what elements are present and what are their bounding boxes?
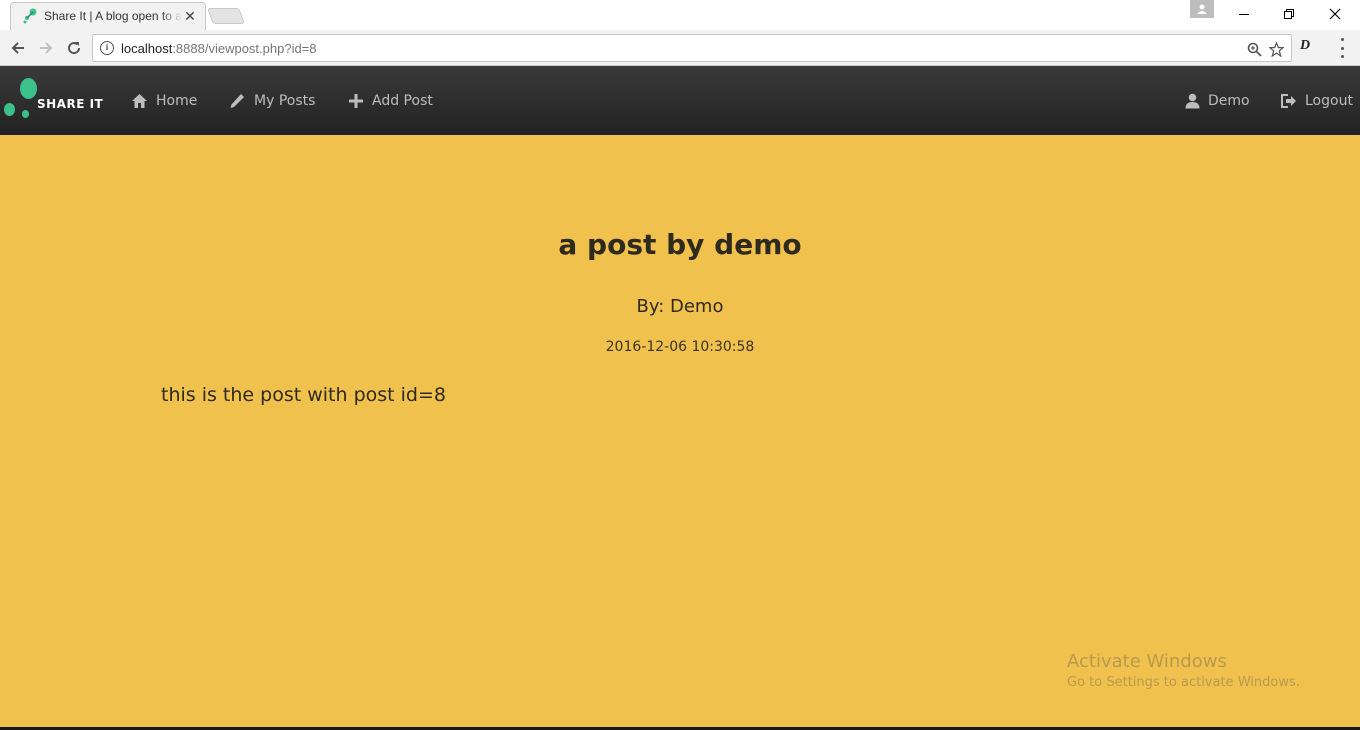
address-bar[interactable]: i localhost:8888/viewpost.php?id=8	[92, 34, 1292, 62]
share-it-favicon-icon	[23, 8, 37, 24]
user-icon	[1185, 93, 1200, 109]
minimize-icon	[1239, 14, 1249, 15]
forward-button[interactable]	[34, 36, 58, 60]
pencil-icon	[230, 94, 244, 108]
browser-menu-icon[interactable]	[1334, 38, 1350, 58]
nav-add-post[interactable]: Add Post	[348, 88, 433, 114]
tab-title: Share It | A blog open to all	[44, 9, 182, 23]
url-host: localhost	[121, 41, 173, 56]
nav-my-posts-label: My Posts	[254, 93, 316, 109]
watermark-title: Activate Windows	[1067, 651, 1227, 672]
restore-icon	[1284, 9, 1294, 19]
site-info-icon[interactable]: i	[100, 41, 114, 55]
nav-logout-label: Logout	[1305, 93, 1353, 109]
logout-icon	[1281, 94, 1296, 108]
site-navbar: SHARE IT Home My Posts Add Post Demo Log…	[0, 66, 1360, 135]
home-icon	[132, 94, 147, 108]
watermark-subtitle: Go to Settings to activate Windows.	[1067, 675, 1300, 690]
logo-dot-small	[22, 110, 29, 118]
reload-icon	[68, 42, 81, 55]
nav-home-label: Home	[156, 93, 198, 109]
profile-button[interactable]	[1190, 0, 1214, 18]
arrow-right-icon	[40, 42, 53, 54]
nav-my-posts[interactable]: My Posts	[229, 88, 315, 114]
brand-name: SHARE IT	[37, 97, 104, 111]
post-author: By: Demo	[636, 296, 724, 317]
bookmark-star-icon[interactable]	[1267, 40, 1285, 58]
restore-button[interactable]	[1266, 0, 1312, 28]
nav-home[interactable]: Home	[131, 88, 197, 114]
profile-icon	[1197, 4, 1207, 14]
minimize-button[interactable]	[1221, 0, 1267, 28]
nav-user-label: Demo	[1208, 93, 1250, 109]
post-date: 2016-12-06 10:30:58	[605, 339, 755, 355]
close-window-button[interactable]	[1312, 0, 1358, 28]
zoom-icon[interactable]	[1245, 40, 1263, 58]
nav-user-demo[interactable]: Demo	[1185, 88, 1250, 114]
post-body: this is the post with post id=8	[161, 384, 446, 406]
extension-icon[interactable]: D	[1300, 38, 1310, 54]
brand-logo[interactable]: SHARE IT	[0, 66, 110, 135]
back-button[interactable]	[6, 36, 30, 60]
logo-dot-medium	[4, 103, 15, 116]
arrow-left-icon	[11, 42, 24, 54]
url-text: localhost:8888/viewpost.php?id=8	[121, 41, 317, 56]
plus-icon	[349, 94, 363, 108]
windows-activation-watermark: Activate Windows Go to Settings to activ…	[1067, 651, 1300, 690]
browser-titlebar: Share It | A blog open to all ✕	[0, 0, 1360, 30]
browser-toolbar: i localhost:8888/viewpost.php?id=8 D	[0, 30, 1360, 66]
close-icon	[1329, 8, 1341, 20]
url-path: :8888/viewpost.php?id=8	[172, 41, 317, 56]
tab-close-icon[interactable]: ✕	[182, 8, 198, 25]
new-tab-button[interactable]	[207, 8, 245, 24]
reload-button[interactable]	[62, 36, 86, 60]
post-title: a post by demo	[558, 228, 802, 261]
logo-dot-large	[20, 78, 37, 99]
nav-add-post-label: Add Post	[372, 93, 433, 109]
nav-logout[interactable]: Logout	[1280, 88, 1353, 114]
